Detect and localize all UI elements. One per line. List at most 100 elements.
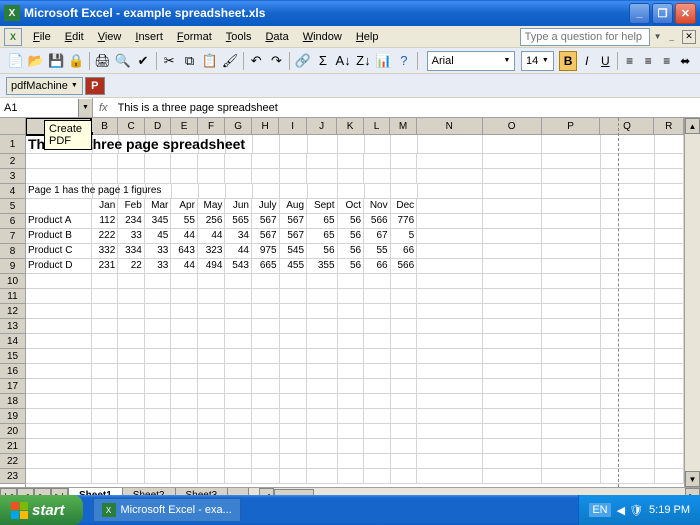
name-box[interactable]: A1 ▼ Create PDF [0, 98, 93, 118]
cell-A2[interactable] [26, 154, 92, 169]
cell-P16[interactable] [542, 364, 601, 379]
cell-C15[interactable] [118, 349, 145, 364]
cell-E21[interactable] [171, 439, 198, 454]
undo-icon[interactable]: ↶ [247, 50, 266, 72]
cell-I23[interactable] [280, 469, 308, 484]
row-header-9[interactable]: 9 [0, 259, 25, 274]
cell-A9[interactable]: Product D [26, 259, 92, 274]
cell-O3[interactable] [483, 169, 542, 184]
cell-G14[interactable] [225, 334, 252, 349]
cell-O11[interactable] [483, 289, 542, 304]
cell-M17[interactable] [391, 379, 418, 394]
cell-H15[interactable] [252, 349, 280, 364]
cell-J22[interactable] [307, 454, 337, 469]
row-header-23[interactable]: 23 [0, 469, 25, 484]
cell-I21[interactable] [280, 439, 308, 454]
cell-E8[interactable]: 643 [171, 244, 198, 259]
row-header-20[interactable]: 20 [0, 424, 25, 439]
cell-F22[interactable] [198, 454, 226, 469]
cell-F11[interactable] [198, 289, 226, 304]
cell-N19[interactable] [417, 409, 483, 424]
cell-N3[interactable] [417, 169, 483, 184]
cell-I6[interactable]: 567 [280, 214, 308, 229]
cell-M13[interactable] [391, 319, 418, 334]
cell-I3[interactable] [280, 169, 308, 184]
cell-O19[interactable] [483, 409, 542, 424]
cell-F18[interactable] [198, 394, 226, 409]
cell-N1[interactable] [418, 135, 484, 154]
cell-G17[interactable] [225, 379, 252, 394]
cell-O13[interactable] [483, 319, 542, 334]
tray-icon-left[interactable]: ◀ [617, 504, 625, 517]
cell-E13[interactable] [171, 319, 198, 334]
cell-F7[interactable]: 44 [198, 229, 226, 244]
align-right-button[interactable]: ≡ [658, 51, 676, 71]
cell-M1[interactable] [391, 135, 417, 154]
cell-G22[interactable] [225, 454, 252, 469]
cell-F23[interactable] [198, 469, 226, 484]
cell-L20[interactable] [364, 424, 391, 439]
cell-R3[interactable] [655, 169, 684, 184]
cell-M9[interactable]: 566 [391, 259, 418, 274]
cell-Q9[interactable] [601, 259, 655, 274]
cell-Q16[interactable] [601, 364, 655, 379]
cell-H17[interactable] [252, 379, 280, 394]
cell-K14[interactable] [338, 334, 365, 349]
cell-G6[interactable]: 565 [225, 214, 252, 229]
cell-O22[interactable] [483, 454, 542, 469]
row-header-12[interactable]: 12 [0, 304, 25, 319]
row-header-2[interactable]: 2 [0, 154, 25, 169]
cell-A20[interactable] [26, 424, 92, 439]
scroll-down-button[interactable]: ▼ [685, 471, 700, 487]
cell-N17[interactable] [417, 379, 483, 394]
open-icon[interactable]: 📂 [26, 50, 45, 72]
cell-R16[interactable] [655, 364, 684, 379]
fx-icon[interactable]: fx [93, 102, 114, 114]
cell-Q8[interactable] [601, 244, 655, 259]
minimize-button[interactable]: _ [629, 3, 650, 24]
cell-J16[interactable] [307, 364, 337, 379]
cell-C11[interactable] [118, 289, 145, 304]
menu-insert[interactable]: Insert [128, 29, 170, 45]
cell-F14[interactable] [198, 334, 226, 349]
cell-R17[interactable] [655, 379, 684, 394]
cell-M20[interactable] [391, 424, 418, 439]
cell-A7[interactable]: Product B [26, 229, 92, 244]
cell-Q20[interactable] [601, 424, 655, 439]
row-header-6[interactable]: 6 [0, 214, 25, 229]
cell-O15[interactable] [483, 349, 542, 364]
cell-G16[interactable] [225, 364, 252, 379]
cell-B20[interactable] [92, 424, 119, 439]
cell-A21[interactable] [26, 439, 92, 454]
cell-R18[interactable] [655, 394, 684, 409]
col-header-L[interactable]: L [364, 118, 391, 135]
cell-H9[interactable]: 665 [252, 259, 280, 274]
name-box-dropdown-icon[interactable]: ▼ [78, 99, 92, 117]
cell-M8[interactable]: 66 [391, 244, 418, 259]
cell-F17[interactable] [198, 379, 226, 394]
cell-E20[interactable] [171, 424, 198, 439]
cell-G7[interactable]: 34 [225, 229, 252, 244]
cell-L11[interactable] [364, 289, 391, 304]
cell-L22[interactable] [364, 454, 391, 469]
col-header-J[interactable]: J [307, 118, 337, 135]
cell-A11[interactable] [26, 289, 92, 304]
cell-K6[interactable]: 56 [338, 214, 365, 229]
cell-L13[interactable] [364, 319, 391, 334]
cell-C5[interactable]: Feb [118, 199, 145, 214]
cell-M18[interactable] [391, 394, 418, 409]
cell-P12[interactable] [542, 304, 601, 319]
cell-N12[interactable] [417, 304, 483, 319]
redo-icon[interactable]: ↷ [267, 50, 286, 72]
cell-N6[interactable] [417, 214, 483, 229]
cell-Q5[interactable] [601, 199, 655, 214]
clock[interactable]: 5:19 PM [649, 504, 690, 516]
cell-R13[interactable] [655, 319, 684, 334]
new-icon[interactable]: 📄 [6, 50, 25, 72]
cell-A18[interactable] [26, 394, 92, 409]
menu-window[interactable]: Window [296, 29, 349, 45]
column-headers[interactable]: ABCDEFGHIJKLMNOPQR [26, 118, 684, 135]
cell-H2[interactable] [252, 154, 280, 169]
cell-M10[interactable] [391, 274, 418, 289]
cell-M14[interactable] [391, 334, 418, 349]
